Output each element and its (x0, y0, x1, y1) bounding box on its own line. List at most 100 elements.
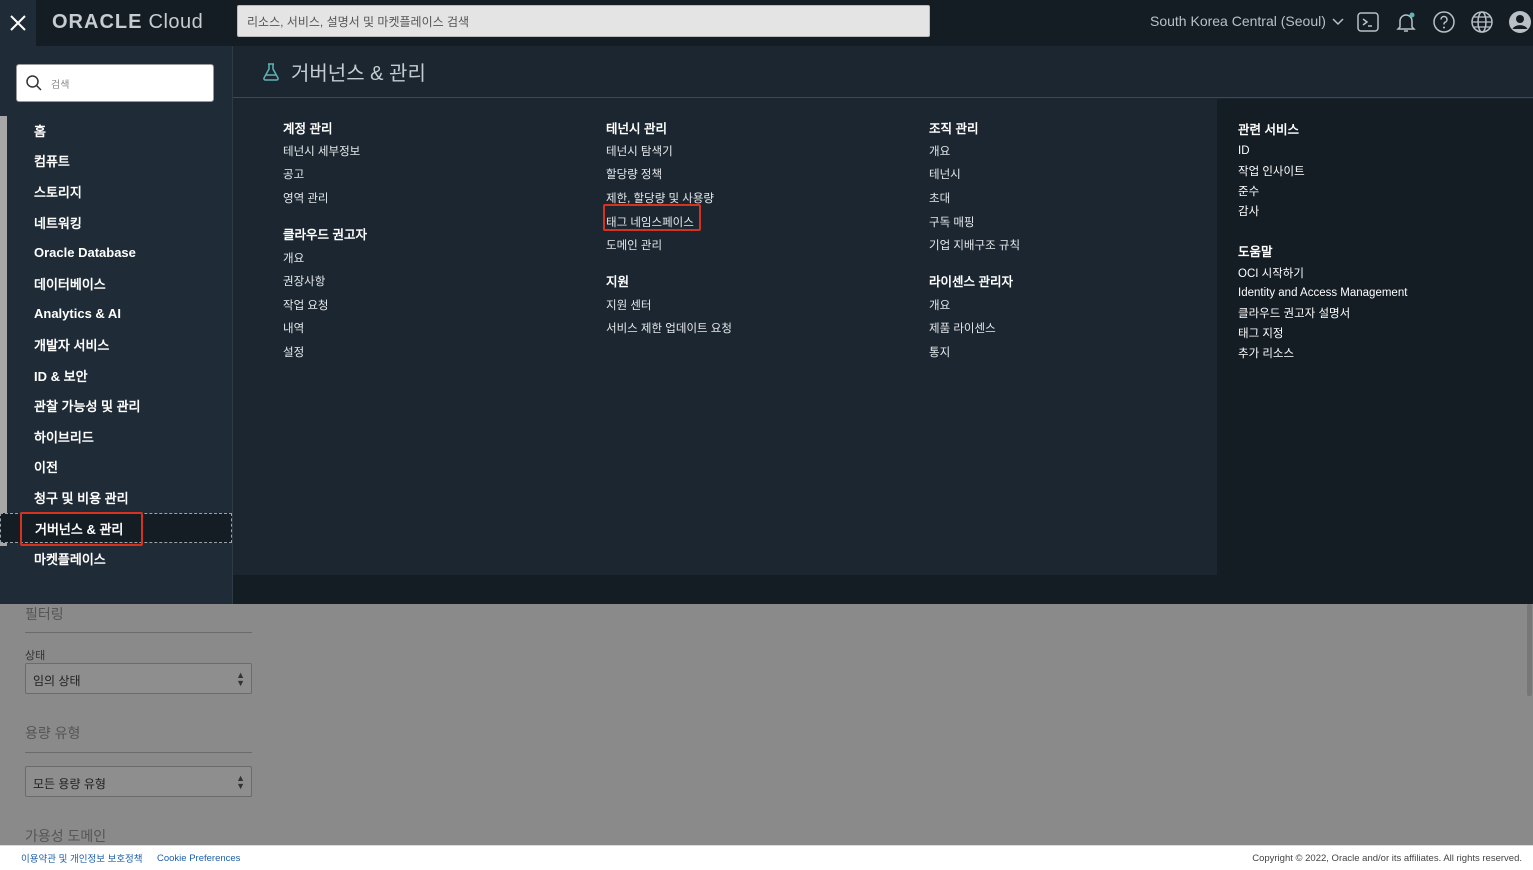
link-audit[interactable]: 감사 (1238, 201, 1407, 221)
link-support-center[interactable]: 지원 센터 (606, 293, 732, 317)
link-tag-namespaces[interactable]: 태그 네임스페이스 (606, 210, 732, 234)
nav-search-input[interactable]: 검색 (16, 64, 214, 102)
close-menu-button[interactable] (0, 0, 36, 46)
link-tenancy-explorer[interactable]: 테넌시 탐색기 (606, 139, 732, 163)
link-tenancies[interactable]: 테넌시 (929, 163, 1020, 187)
link-tagging-docs[interactable]: 태그 지정 (1238, 323, 1407, 343)
global-search-placeholder: 리소스, 서비스, 설명서 및 마켓플레이스 검색 (247, 15, 470, 29)
footer: 이용약관 및 개인정보 보호정책 Cookie Preferences Copy… (0, 845, 1533, 870)
nav-item-home[interactable]: 홈 (0, 115, 232, 146)
link-service-limit-request[interactable]: 서비스 제한 업데이트 요청 (606, 317, 732, 341)
profile-button[interactable] (1507, 9, 1533, 35)
menu-column-1: 계정 관리 테넌시 세부정보 공고 영역 관리 클라우드 권고자 개요 권장사항… (283, 115, 367, 364)
globe-icon (1471, 11, 1493, 33)
group-title-tenancy-management: 테넌시 관리 (606, 121, 667, 136)
link-cloud-advisor-docs[interactable]: 클라우드 권고자 설명서 (1238, 303, 1407, 323)
link-product-licenses[interactable]: 제품 라이센스 (929, 317, 1020, 341)
link-notifications[interactable]: 통지 (929, 340, 1020, 364)
link-limits-quotas-usage[interactable]: 제한, 할당량 및 사용량 (606, 186, 732, 210)
nav-list: 홈 컴퓨트 스토리지 네트워킹 Oracle Database 데이터베이스 A… (0, 115, 232, 574)
group-title-license-manager: 라이센스 관리자 (929, 275, 1013, 290)
close-icon (10, 15, 26, 31)
link-license-overview[interactable]: 개요 (929, 293, 1020, 317)
link-work-requests[interactable]: 작업 요청 (283, 293, 367, 317)
link-invitations[interactable]: 초대 (929, 186, 1020, 210)
nav-item-databases[interactable]: 데이터베이스 (0, 268, 232, 299)
bell-icon (1396, 12, 1416, 32)
nav-item-hybrid[interactable]: 하이브리드 (0, 421, 232, 452)
select-arrows-icon: ▲ ▼ (236, 773, 245, 791)
state-select-value: 임의 상태 (33, 674, 81, 688)
link-region-management[interactable]: 영역 관리 (283, 186, 367, 210)
link-cloud-advisor-overview[interactable]: 개요 (283, 246, 367, 270)
group-title-support: 지원 (606, 275, 630, 290)
nav-item-marketplace[interactable]: 마켓플레이스 (0, 543, 232, 574)
background-page: 필터링 상태 임의 상태 ▲ ▼ 용량 유형 모든 용량 유형 ▲ ▼ 가용성 도메… (0, 604, 1533, 845)
link-operations-insights[interactable]: 작업 인사이트 (1238, 161, 1407, 181)
link-announcements[interactable]: 공고 (283, 163, 367, 187)
select-arrows-icon: ▲ ▼ (236, 670, 245, 688)
divider (25, 752, 252, 753)
link-quota-policies[interactable]: 할당량 정책 (606, 163, 732, 187)
group-title-organization-management: 조직 관리 (929, 121, 979, 136)
top-bar: ORACLE Cloud 리소스, 서비스, 설명서 및 마켓플레이스 검색 S… (0, 0, 1533, 46)
cloud-shell-button[interactable] (1355, 9, 1381, 35)
link-iam-docs[interactable]: Identity and Access Management (1238, 283, 1407, 303)
menu-column-2: 테넌시 관리 테넌시 탐색기 할당량 정책 제한, 할당량 및 사용량 태그 네… (606, 115, 732, 340)
nav-item-billing[interactable]: 청구 및 비용 관리 (0, 482, 232, 513)
divider (25, 632, 252, 633)
group-title-related-services: 관련 서비스 (1238, 122, 1299, 137)
link-additional-resources[interactable]: 추가 리소스 (1238, 343, 1407, 363)
link-recommendations[interactable]: 권장사항 (283, 269, 367, 293)
state-label: 상태 (25, 650, 46, 662)
logo-brand: ORACLE (52, 11, 143, 33)
panel-header: 거버넌스 & 관리 (233, 46, 1533, 98)
governance-menu-panel: 거버넌스 & 관리 계정 관리 테넌시 세부정보 공고 영역 관리 클라우드 권… (233, 46, 1533, 604)
nav-item-developer-services[interactable]: 개발자 서비스 (0, 329, 232, 360)
nav-item-governance[interactable]: 거버넌스 & 관리 (0, 512, 232, 544)
language-button[interactable] (1469, 9, 1495, 35)
chevron-down-icon (1332, 18, 1344, 26)
state-select[interactable]: 임의 상태 ▲ ▼ (25, 663, 252, 694)
link-tenancy-details[interactable]: 테넌시 세부정보 (283, 139, 367, 163)
link-history[interactable]: 내역 (283, 317, 367, 341)
nav-item-storage[interactable]: 스토리지 (0, 176, 232, 207)
filter-heading: 필터링 (25, 606, 64, 622)
nav-item-compute[interactable]: 컴퓨트 (0, 146, 232, 177)
capacity-select[interactable]: 모든 용량 유형 ▲ ▼ (25, 766, 252, 797)
capacity-select-value: 모든 용량 유형 (33, 777, 106, 791)
region-selector[interactable]: South Korea Central (Seoul) (1150, 13, 1344, 29)
oracle-cloud-logo[interactable]: ORACLE Cloud (52, 11, 203, 34)
link-domain-management[interactable]: 도메인 관리 (606, 233, 732, 257)
region-label: South Korea Central (Seoul) (1150, 13, 1326, 29)
link-subscription-mapping[interactable]: 구독 매핑 (929, 210, 1020, 234)
terms-privacy-link[interactable]: 이용약관 및 개인정보 보호정책 (21, 851, 143, 865)
logo-product: Cloud (148, 11, 204, 33)
nav-item-oracle-database[interactable]: Oracle Database (0, 237, 232, 268)
link-governance-rules[interactable]: 기업 지배구조 규칙 (929, 233, 1020, 257)
governance-icon (263, 62, 279, 81)
link-oci-getting-started[interactable]: OCI 시작하기 (1238, 263, 1407, 283)
group-title-cloud-advisor: 클라우드 권고자 (283, 228, 367, 243)
global-search-input[interactable]: 리소스, 서비스, 설명서 및 마켓플레이스 검색 (237, 5, 930, 37)
menu-columns: 계정 관리 테넌시 세부정보 공고 영역 관리 클라우드 권고자 개요 권장사항… (233, 99, 1217, 575)
notifications-button[interactable] (1393, 9, 1419, 35)
nav-item-observability[interactable]: 관찰 가능성 및 관리 (0, 390, 232, 421)
link-identity[interactable]: ID (1238, 141, 1407, 161)
panel-bottom-bar (233, 575, 1533, 604)
copyright-text: Copyright © 2022, Oracle and/or its affi… (1252, 852, 1522, 864)
related-services-column: 관련 서비스 ID 작업 인사이트 준수 감사 도움말 OCI 시작하기 Ide… (1217, 99, 1533, 575)
group-title-help: 도움말 (1238, 244, 1273, 259)
link-settings[interactable]: 설정 (283, 340, 367, 364)
nav-item-networking[interactable]: 네트워킹 (0, 207, 232, 238)
nav-item-migration[interactable]: 이전 (0, 452, 232, 483)
help-button[interactable] (1431, 9, 1457, 35)
link-organization-overview[interactable]: 개요 (929, 139, 1020, 163)
left-navigation: 검색 홈 컴퓨트 스토리지 네트워킹 Oracle Database 데이터베이… (0, 46, 233, 604)
nav-item-analytics-ai[interactable]: Analytics & AI (0, 299, 232, 330)
cookie-preferences-link[interactable]: Cookie Preferences (157, 853, 240, 864)
page-scrollbar[interactable] (1527, 604, 1532, 696)
nav-item-identity-security[interactable]: ID & 보안 (0, 360, 232, 391)
related-services-inner: 관련 서비스 ID 작업 인사이트 준수 감사 도움말 OCI 시작하기 Ide… (1238, 115, 1407, 363)
link-compliance[interactable]: 준수 (1238, 181, 1407, 201)
